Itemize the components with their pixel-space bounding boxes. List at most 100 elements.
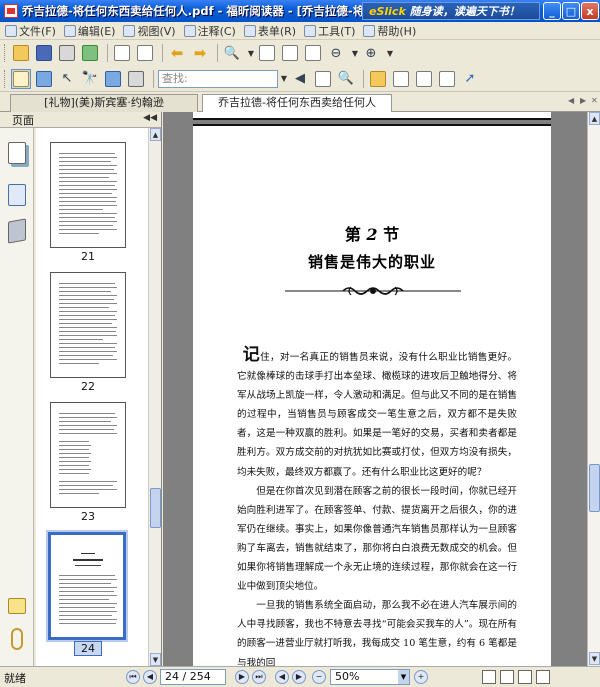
- menu-tools-label: 工具(T): [318, 24, 356, 38]
- continuous-layout-icon[interactable]: [500, 670, 514, 684]
- page-thumbnail-22[interactable]: [50, 272, 126, 378]
- doc-scroll-down-icon[interactable]: ▼: [589, 652, 600, 665]
- tools-menu-icon: [304, 24, 317, 37]
- selected-page-number: 24: [74, 641, 102, 656]
- close-button[interactable]: x: [581, 2, 599, 20]
- email-button[interactable]: [80, 43, 100, 63]
- zoom-out-status-button[interactable]: −: [312, 670, 326, 684]
- zoom-in-status-button[interactable]: +: [414, 670, 428, 684]
- menu-view[interactable]: 视图(V): [120, 23, 180, 39]
- document-view[interactable]: 第 2 节 销售是伟大的职业 记住，对一名真正的销售员来说，没有什么职业比销售更…: [163, 112, 587, 666]
- minimize-button[interactable]: _: [543, 2, 561, 20]
- copy-icon: [114, 45, 130, 61]
- find-previous-button[interactable]: ◀: [290, 69, 310, 89]
- single-page-layout-icon[interactable]: [482, 670, 496, 684]
- text-box-button[interactable]: [391, 69, 411, 89]
- first-page-button[interactable]: ⏮: [126, 670, 140, 684]
- facing-layout-icon[interactable]: [518, 670, 532, 684]
- loupe-button[interactable]: 🔭: [80, 69, 100, 89]
- tab-gift[interactable]: [礼物](美)斯宾塞·约翰逊: [10, 94, 198, 112]
- document-scrollbar[interactable]: ▲ ▼: [587, 112, 600, 666]
- zoom-dropdown-arrow[interactable]: ▼: [245, 44, 257, 62]
- page-thumbnail-21[interactable]: [50, 142, 126, 248]
- menu-edit[interactable]: 编辑(E): [61, 23, 121, 39]
- eslick-ad-banner[interactable]: eSlick 随身读，读遍天下书！: [362, 2, 540, 20]
- last-page-button[interactable]: ⏭: [252, 670, 266, 684]
- toolbar-separator: [107, 44, 108, 62]
- find-next-button[interactable]: [313, 69, 333, 89]
- zoom-out-button[interactable]: ⊖: [326, 43, 346, 63]
- arrow-tool-button[interactable]: ➚: [460, 69, 480, 89]
- tab-close-icon[interactable]: ✕: [591, 96, 598, 105]
- zoom-out-dropdown-arrow[interactable]: ▼: [349, 44, 361, 62]
- snapshot-button[interactable]: [103, 69, 123, 89]
- menu-bar: 文件(F) 编辑(E) 视图(V) 注释(C) 表单(R) 工具(T) 帮助(H…: [0, 22, 600, 40]
- typewriter-button[interactable]: [437, 69, 457, 89]
- go-forward-view-button[interactable]: ▶: [292, 670, 306, 684]
- select-text-button[interactable]: [34, 69, 54, 89]
- print-button[interactable]: [57, 43, 77, 63]
- paragraph-text: 住，对一名真正的销售员来说，没有什么职业比销售更好。它就像棒球的击球手打出本垒球…: [237, 352, 518, 478]
- hand-tool-button[interactable]: [11, 68, 31, 89]
- tab-girard[interactable]: 乔吉拉德-将任何东西卖给任何人: [202, 94, 392, 112]
- toolbar-grip[interactable]: [4, 69, 7, 88]
- thumbnails-scrollbar[interactable]: ▲ ▼: [148, 128, 161, 666]
- next-page-button[interactable]: ▶: [235, 670, 249, 684]
- image-button[interactable]: [126, 69, 146, 89]
- menu-tools[interactable]: 工具(T): [301, 23, 360, 39]
- document-scroll-thumb[interactable]: [589, 464, 600, 512]
- zoom-plus-dropdown-arrow[interactable]: ▼: [384, 44, 396, 62]
- find-button[interactable]: 🔍: [336, 69, 356, 89]
- panel-icon-strip: [0, 128, 34, 666]
- bookmarks-panel-icon[interactable]: [8, 184, 26, 206]
- form-menu-icon: [243, 24, 256, 37]
- fit-width-button[interactable]: [303, 43, 323, 63]
- pages-panel-icon[interactable]: [8, 142, 26, 164]
- tab-scroll-right-icon[interactable]: ▶: [580, 96, 586, 105]
- back-button[interactable]: ⬅: [167, 43, 187, 63]
- search-input[interactable]: 查找:: [158, 69, 278, 88]
- collapse-panel-icon[interactable]: ◀◀: [143, 113, 157, 123]
- thumbnails-scroll-thumb[interactable]: [150, 488, 161, 528]
- view-menu-icon: [123, 24, 136, 37]
- save-icon: [36, 45, 52, 61]
- menu-form[interactable]: 表单(R): [241, 23, 301, 39]
- continuous-facing-layout-icon[interactable]: [536, 670, 550, 684]
- menu-help[interactable]: 帮助(H): [360, 23, 421, 39]
- paste-button[interactable]: [135, 43, 155, 63]
- previous-page-button[interactable]: ◀: [143, 670, 157, 684]
- rectangle-button[interactable]: [414, 69, 434, 89]
- copy-button[interactable]: [112, 43, 132, 63]
- chapter-suffix: 节: [383, 225, 400, 244]
- search-dropdown-arrow[interactable]: ▼: [278, 70, 290, 88]
- layers-panel-icon[interactable]: [8, 218, 26, 244]
- zoom-plus-button[interactable]: ⊕: [361, 43, 381, 63]
- rotate-button[interactable]: [257, 43, 277, 63]
- menu-file-label: 文件(F): [19, 24, 56, 38]
- text-box-icon: [393, 70, 409, 87]
- go-back-view-button[interactable]: ◀: [275, 670, 289, 684]
- doc-scroll-up-icon[interactable]: ▲: [589, 112, 600, 125]
- menu-comment[interactable]: 注释(C): [181, 23, 241, 39]
- comments-panel-icon[interactable]: [8, 598, 26, 614]
- toolbar-grip[interactable]: [4, 44, 7, 62]
- attachment-panel-icon[interactable]: [11, 628, 23, 650]
- fit-page-button[interactable]: [280, 43, 300, 63]
- scroll-down-icon[interactable]: ▼: [150, 653, 161, 666]
- page-thumbnail-23[interactable]: [50, 402, 126, 508]
- file-menu-icon: [5, 24, 17, 37]
- tab-scroll-left-icon[interactable]: ◀: [568, 96, 574, 105]
- restore-button[interactable]: □: [562, 2, 580, 20]
- folder-icon: [13, 45, 29, 61]
- zoom-in-button[interactable]: 🔍: [222, 43, 242, 63]
- open-button[interactable]: [11, 43, 31, 63]
- page-thumbnail-24[interactable]: [48, 532, 126, 640]
- menu-file[interactable]: 文件(F): [2, 23, 61, 39]
- select-cursor-button[interactable]: ↖: [57, 69, 77, 89]
- annotate-button[interactable]: [368, 69, 388, 89]
- forward-button[interactable]: ➡: [190, 43, 210, 63]
- page-number-field[interactable]: 24 / 254: [160, 669, 226, 685]
- scroll-up-icon[interactable]: ▲: [150, 128, 161, 141]
- zoom-level-dropdown-arrow[interactable]: ▼: [398, 670, 409, 684]
- save-button[interactable]: [34, 43, 54, 63]
